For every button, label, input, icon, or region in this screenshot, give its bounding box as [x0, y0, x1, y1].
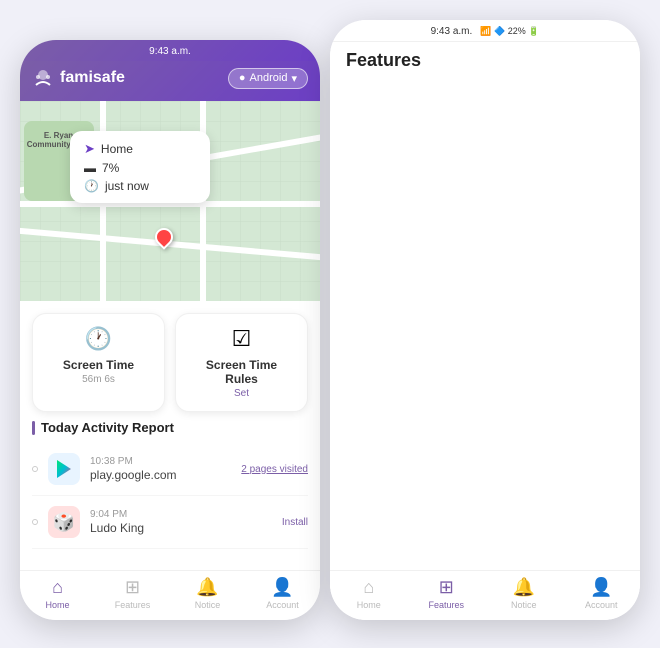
- android-label: Android: [250, 72, 288, 84]
- left-nav-features-icon: ⊞: [125, 577, 140, 598]
- screen-time-rules-card[interactable]: ☑ Screen Time Rules Set: [175, 313, 308, 412]
- right-nav-notice-icon: 🔔: [513, 577, 535, 598]
- android-badge[interactable]: ● Android ▾: [228, 68, 308, 89]
- map-pin-circle: [151, 224, 176, 249]
- nav-icon: ➤: [84, 141, 95, 157]
- screen-time-rules-title: Screen Time Rules: [188, 358, 295, 386]
- left-nav-notice-icon: 🔔: [196, 577, 218, 598]
- left-nav-notice-label: Notice: [195, 600, 221, 610]
- right-status-time: 9:43 a.m.: [431, 26, 473, 37]
- ludo-king-icon: 🎲: [48, 506, 80, 538]
- page-title: Features: [346, 50, 624, 71]
- right-nav-features-icon: ⊞: [439, 577, 454, 598]
- popup-location: Home: [101, 142, 133, 156]
- popup-battery: 7%: [102, 161, 119, 175]
- activity-item-2[interactable]: 🎲 9:04 PM Ludo King Install: [32, 496, 308, 549]
- battery-icon: ▬: [84, 161, 96, 175]
- chevron-down-icon: ▾: [291, 72, 297, 85]
- left-status-time: 9:43 a.m.: [149, 46, 191, 57]
- right-bottom-nav: ⌂ Home ⊞ Features 🔔 Notice 👤 Account: [330, 570, 640, 620]
- map-popup: ➤ Home ▬ 7% 🕐 just now: [70, 131, 210, 203]
- popup-time-row: 🕐 just now: [84, 179, 196, 193]
- right-nav-account-icon: 👤: [590, 577, 612, 598]
- popup-location-row: ➤ Home: [84, 141, 196, 157]
- activity-item-1[interactable]: 10:38 PM play.google.com 2 pages visited: [32, 443, 308, 496]
- clock-icon: 🕐: [84, 179, 99, 193]
- right-status-icons: 📶 🔷 22% 🔋: [480, 26, 539, 37]
- activity-action-1[interactable]: 2 pages visited: [241, 464, 308, 475]
- right-nav-account-label: Account: [585, 600, 618, 610]
- play-store-icon: [48, 453, 80, 485]
- activity-name-1: play.google.com: [90, 468, 231, 482]
- activity-info-2: 9:04 PM Ludo King: [90, 509, 272, 535]
- right-nav-notice[interactable]: 🔔 Notice: [485, 577, 563, 610]
- screen-time-icon: 🕐: [45, 326, 152, 352]
- screen-time-title: Screen Time: [45, 358, 152, 372]
- screen-time-card[interactable]: 🕐 Screen Time 56m 6s: [32, 313, 165, 412]
- activity-title-text: Today Activity Report: [41, 420, 174, 435]
- activity-info-1: 10:38 PM play.google.com: [90, 456, 231, 482]
- left-nav-home-label: Home: [45, 600, 69, 610]
- right-nav-notice-label: Notice: [511, 600, 537, 610]
- left-nav-home[interactable]: ⌂ Home: [20, 577, 95, 610]
- activity-action-2[interactable]: Install: [282, 517, 308, 528]
- right-phone: 9:43 a.m. 📶 🔷 22% 🔋 Features Control: [330, 20, 640, 620]
- activity-section-title: Today Activity Report: [32, 420, 308, 435]
- left-nav-account[interactable]: 👤 Account: [245, 577, 320, 610]
- left-nav-account-icon: 👤: [271, 577, 293, 598]
- brand: famisafe: [32, 67, 125, 89]
- left-header: famisafe ● Android ▾: [20, 61, 320, 101]
- activity-time-2: 9:04 PM: [90, 509, 272, 520]
- left-nav-notice[interactable]: 🔔 Notice: [170, 577, 245, 610]
- map-pin: [155, 228, 173, 246]
- activity-dot-2: [32, 519, 38, 525]
- left-nav-features[interactable]: ⊞ Features: [95, 577, 170, 610]
- cards-row: 🕐 Screen Time 56m 6s ☑ Screen Time Rules…: [20, 301, 320, 420]
- right-nav-features-label: Features: [428, 600, 464, 610]
- left-nav-account-label: Account: [266, 600, 299, 610]
- right-nav-home-icon: ⌂: [363, 577, 374, 598]
- left-nav-features-label: Features: [115, 600, 151, 610]
- activity-time-1: 10:38 PM: [90, 456, 231, 467]
- activity-name-2: Ludo King: [90, 521, 272, 535]
- brand-name: famisafe: [60, 69, 125, 87]
- right-page-header: Features: [330, 42, 640, 620]
- phones-container: 9:43 a.m. famisafe ● Android ▾: [0, 0, 660, 648]
- popup-time: just now: [105, 179, 149, 193]
- screen-time-rules-icon: ☑: [188, 326, 295, 352]
- popup-battery-row: ▬ 7%: [84, 161, 196, 175]
- screen-time-rules-subtitle: Set: [188, 388, 295, 399]
- android-icon: ●: [239, 72, 246, 84]
- brand-icon: [32, 67, 54, 89]
- left-nav-home-icon: ⌂: [52, 577, 63, 598]
- map-area[interactable]: E. Ryan Community Park ➤ Home ▬ 7% 🕐 jus…: [20, 101, 320, 301]
- right-status-bar: 9:43 a.m. 📶 🔷 22% 🔋: [330, 20, 640, 42]
- right-nav-home-label: Home: [357, 600, 381, 610]
- activity-section: Today Activity Report: [20, 420, 320, 549]
- left-status-bar: 9:43 a.m.: [20, 40, 320, 61]
- activity-dot-1: [32, 466, 38, 472]
- left-phone: 9:43 a.m. famisafe ● Android ▾: [20, 40, 320, 620]
- right-nav-account[interactable]: 👤 Account: [563, 577, 641, 610]
- right-nav-features[interactable]: ⊞ Features: [408, 577, 486, 610]
- left-bottom-nav: ⌂ Home ⊞ Features 🔔 Notice 👤 Account: [20, 570, 320, 620]
- screen-time-subtitle: 56m 6s: [45, 374, 152, 385]
- right-nav-home[interactable]: ⌂ Home: [330, 577, 408, 610]
